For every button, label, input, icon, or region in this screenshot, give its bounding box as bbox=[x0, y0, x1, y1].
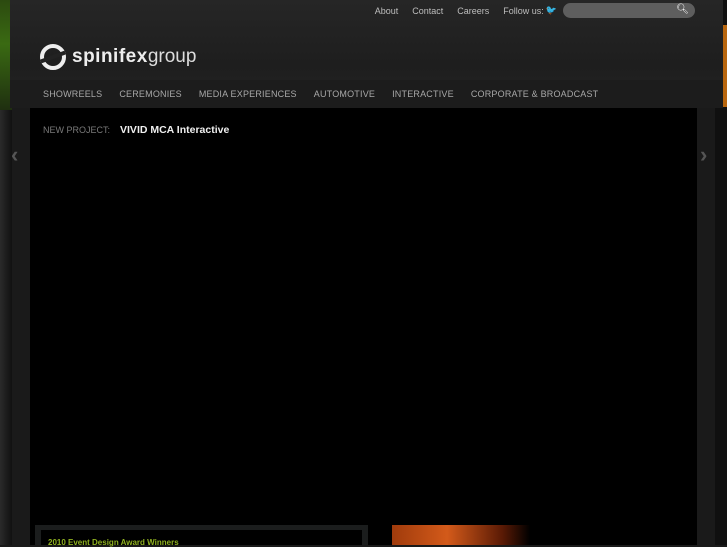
nav-interactive[interactable]: INTERACTIVE bbox=[392, 89, 454, 99]
follow-us-label: Follow us: bbox=[503, 5, 544, 16]
main-nav: SHOWREELS CEREMONIES MEDIA EXPERIENCES A… bbox=[10, 80, 723, 108]
logo-text-light: group bbox=[147, 46, 197, 67]
careers-link[interactable]: Careers bbox=[457, 6, 489, 16]
news-heading[interactable]: 2010 Event Design Award Winners bbox=[41, 530, 362, 547]
new-project-label: NEW PROJECT: bbox=[43, 125, 111, 135]
header: About Contact Careers Follow us: 🐦 🔍︎ sp… bbox=[10, 0, 723, 108]
logo-text: spinifex bbox=[72, 46, 148, 67]
twitter-icon[interactable]: 🐦 bbox=[546, 5, 557, 16]
contact-link[interactable]: Contact bbox=[412, 6, 443, 16]
nav-ceremonies[interactable]: CEREMONIES bbox=[119, 89, 182, 99]
logo[interactable]: spinifex group bbox=[40, 44, 196, 70]
new-project-title[interactable]: VIVID MCA Interactive bbox=[120, 124, 229, 136]
nav-media-experiences[interactable]: MEDIA EXPERIENCES bbox=[199, 89, 297, 99]
feature-image[interactable] bbox=[392, 525, 530, 545]
search-icon[interactable]: 🔍︎ bbox=[676, 4, 689, 15]
next-arrow-icon[interactable]: › bbox=[700, 142, 707, 168]
about-link[interactable]: About bbox=[375, 6, 399, 16]
feature-area: NEW PROJECT: VIVID MCA Interactive bbox=[30, 108, 697, 545]
nav-corporate-broadcast[interactable]: CORPORATE & BROADCAST bbox=[471, 89, 599, 99]
prev-arrow-icon[interactable]: ‹ bbox=[11, 142, 18, 168]
top-bar: About Contact Careers Follow us: 🐦 🔍︎ bbox=[375, 3, 695, 18]
new-project: NEW PROJECT: VIVID MCA Interactive bbox=[43, 124, 229, 136]
logo-mark-icon bbox=[40, 44, 66, 70]
search-box: 🔍︎ bbox=[563, 3, 695, 18]
nav-automotive[interactable]: AUTOMOTIVE bbox=[314, 89, 375, 99]
search-input[interactable] bbox=[563, 3, 673, 18]
nav-showreels[interactable]: SHOWREELS bbox=[43, 89, 102, 99]
news-box: 2010 Event Design Award Winners bbox=[35, 525, 368, 547]
